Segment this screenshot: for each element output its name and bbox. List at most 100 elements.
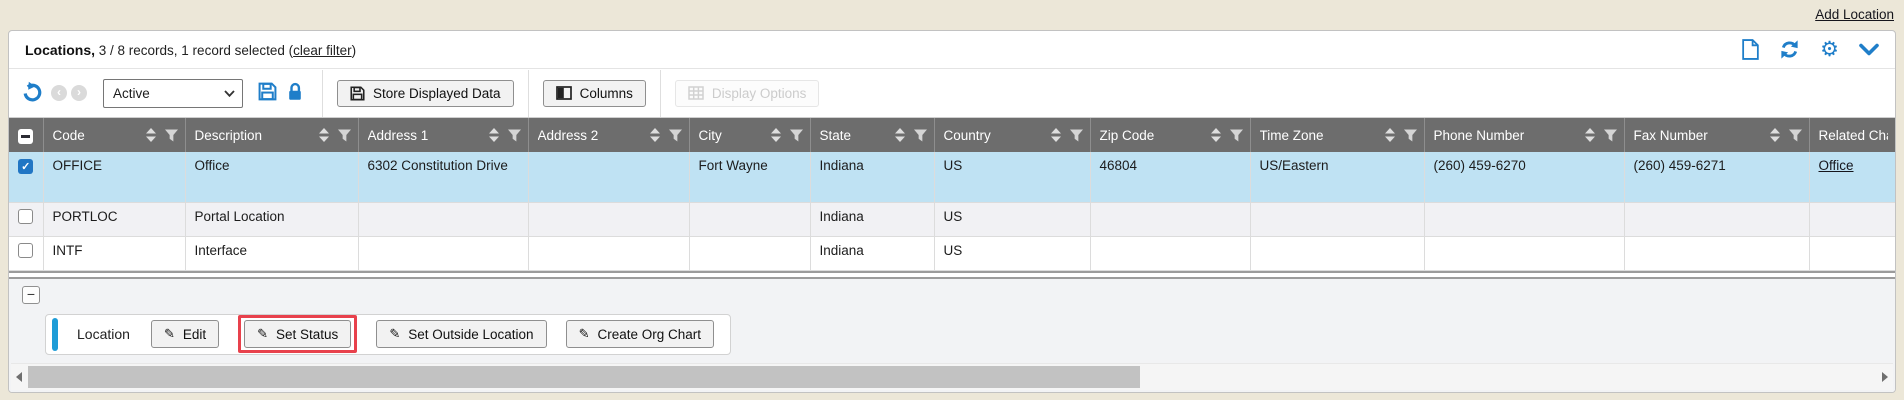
column-header-related-chart[interactable]: Related Cha — [1809, 118, 1895, 152]
lock-icon[interactable] — [287, 82, 303, 105]
pencil-icon: ✎ — [164, 326, 175, 342]
column-header-phone[interactable]: Phone Number — [1424, 118, 1624, 152]
cell-description: Office — [185, 152, 358, 202]
column-header-zipcode[interactable]: Zip Code — [1090, 118, 1250, 152]
store-displayed-data-button[interactable]: Store Displayed Data — [337, 80, 514, 107]
sort-icon[interactable] — [1385, 128, 1395, 142]
create-org-chart-label: Create Org Chart — [597, 327, 701, 342]
cell-address1 — [358, 202, 528, 236]
cell-country: US — [934, 152, 1090, 202]
collapse-actions-toggle[interactable]: − — [22, 286, 40, 304]
filter-icon[interactable] — [914, 129, 927, 142]
add-location-link[interactable]: Add Location — [1815, 7, 1894, 22]
horizontal-scrollbar[interactable] — [11, 363, 1893, 390]
table-row[interactable]: INTF Interface Indiana US — [9, 236, 1895, 270]
scrollbar-thumb[interactable] — [28, 366, 1140, 388]
set-outside-location-button[interactable]: ✎ Set Outside Location — [376, 320, 546, 348]
edit-label: Edit — [183, 327, 206, 342]
sort-icon[interactable] — [489, 128, 499, 142]
scroll-right-arrow[interactable] — [1877, 364, 1893, 390]
columns-button[interactable]: Columns — [543, 80, 646, 107]
create-org-chart-button[interactable]: ✎ Create Org Chart — [566, 320, 714, 348]
edit-button[interactable]: ✎ Edit — [151, 320, 219, 348]
cell-city: Fort Wayne — [689, 152, 810, 202]
locations-panel: Locations, 3 / 8 records, 1 record selec… — [8, 30, 1896, 393]
cell-address2 — [528, 202, 689, 236]
column-header-country[interactable]: Country — [934, 118, 1090, 152]
column-header-fax[interactable]: Fax Number — [1624, 118, 1809, 152]
top-strip: Add Location — [0, 0, 1904, 26]
set-outside-location-label: Set Outside Location — [408, 327, 533, 342]
cell-related-chart — [1809, 236, 1895, 270]
display-options-label: Display Options — [712, 86, 807, 101]
column-header-city[interactable]: City — [689, 118, 810, 152]
cell-address1: 6302 Constitution Drive — [358, 152, 528, 202]
filter-icon[interactable] — [1789, 129, 1802, 142]
chevron-down-icon[interactable] — [1859, 43, 1879, 56]
cell-timezone — [1250, 236, 1424, 270]
sort-icon[interactable] — [319, 128, 329, 142]
sort-icon[interactable] — [1770, 128, 1780, 142]
refresh-icon[interactable] — [1779, 39, 1800, 60]
column-header-description[interactable]: Description — [185, 118, 358, 152]
cell-phone: (260) 459-6270 — [1424, 152, 1624, 202]
nav-forward-icon[interactable]: › — [71, 85, 87, 101]
row-checkbox[interactable] — [18, 209, 33, 224]
cell-description: Portal Location — [185, 202, 358, 236]
cell-address2 — [528, 152, 689, 202]
view-filter-select[interactable]: Active — [103, 79, 243, 108]
cell-city — [689, 202, 810, 236]
filter-icon[interactable] — [790, 129, 803, 142]
clear-filter-link[interactable]: clear filter — [293, 43, 352, 58]
column-header-address1[interactable]: Address 1 — [358, 118, 528, 152]
cell-code: PORTLOC — [43, 202, 185, 236]
sort-icon[interactable] — [895, 128, 905, 142]
sort-icon[interactable] — [1051, 128, 1061, 142]
pencil-icon: ✎ — [579, 326, 590, 342]
cell-state: Indiana — [810, 152, 934, 202]
filter-icon[interactable] — [165, 129, 178, 142]
filter-icon[interactable] — [669, 129, 682, 142]
related-chart-link[interactable]: Office — [1819, 158, 1854, 173]
undo-icon[interactable] — [21, 81, 43, 106]
sort-icon[interactable] — [1211, 128, 1221, 142]
cell-fax: (260) 459-6271 — [1624, 152, 1809, 202]
records-summary-close: ) — [352, 43, 357, 58]
records-summary: 3 / 8 records, 1 record selected ( — [95, 43, 293, 58]
set-status-highlight: ✎ Set Status — [238, 315, 357, 353]
filter-icon[interactable] — [338, 129, 351, 142]
column-header-code[interactable]: Code — [43, 118, 185, 152]
cell-country: US — [934, 202, 1090, 236]
set-status-button[interactable]: ✎ Set Status — [244, 320, 351, 348]
sort-icon[interactable] — [146, 128, 156, 142]
sort-icon[interactable] — [1585, 128, 1595, 142]
nav-back-icon[interactable]: ‹ — [51, 85, 67, 101]
save-view-icon[interactable] — [258, 82, 277, 104]
column-header-state[interactable]: State — [810, 118, 934, 152]
panel-title-bold: Locations, — [25, 42, 95, 58]
gear-icon[interactable]: ⚙ — [1820, 40, 1839, 60]
cell-related-chart — [1809, 202, 1895, 236]
save-icon — [350, 86, 365, 101]
table-row[interactable]: PORTLOC Portal Location Indiana US — [9, 202, 1895, 236]
filter-icon[interactable] — [1404, 129, 1417, 142]
filter-icon[interactable] — [1070, 129, 1083, 142]
filter-icon[interactable] — [1230, 129, 1243, 142]
column-header-timezone[interactable]: Time Zone — [1250, 118, 1424, 152]
row-checkbox[interactable]: ✓ — [18, 159, 33, 174]
scroll-left-arrow[interactable] — [11, 364, 27, 390]
select-all-checkbox[interactable] — [18, 129, 33, 144]
new-document-icon[interactable] — [1742, 39, 1759, 60]
row-checkbox[interactable] — [18, 243, 33, 258]
filter-icon[interactable] — [508, 129, 521, 142]
actions-section: − Location ✎ Edit ✎ Set Status ✎ Set Out… — [9, 279, 1895, 393]
filter-icon[interactable] — [1604, 129, 1617, 142]
table-row[interactable]: ✓ OFFICE Office 6302 Constitution Drive … — [9, 152, 1895, 202]
column-header-address2[interactable]: Address 2 — [528, 118, 689, 152]
sort-icon[interactable] — [650, 128, 660, 142]
locations-table: Code Description Address 1 Address 2 Cit… — [9, 118, 1895, 271]
pencil-icon: ✎ — [389, 326, 400, 342]
cell-zipcode — [1090, 236, 1250, 270]
select-chevron-icon — [224, 90, 235, 97]
sort-icon[interactable] — [771, 128, 781, 142]
